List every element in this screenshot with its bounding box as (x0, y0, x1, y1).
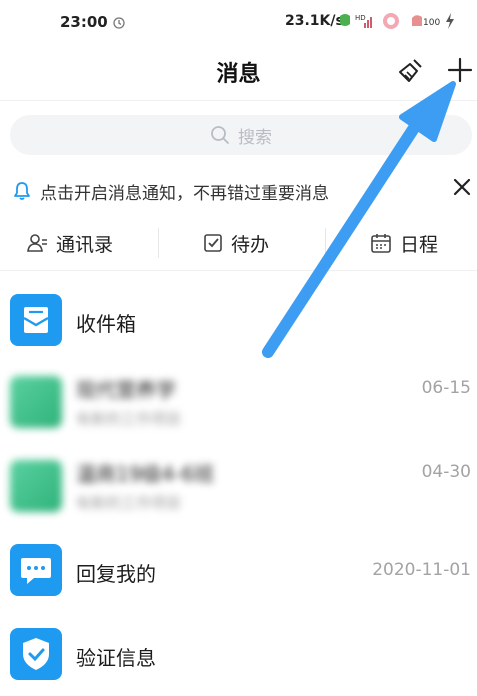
quick-schedule[interactable]: 日程 (370, 226, 438, 260)
list-item-verification[interactable]: 验证信息 (0, 612, 477, 696)
svg-text:HD: HD (355, 14, 366, 22)
quick-schedule-label: 日程 (400, 233, 439, 256)
status-time: 23:00 (60, 13, 108, 31)
todo-check-icon (204, 234, 222, 252)
quick-divider (158, 228, 159, 258)
clock-icon (113, 17, 125, 29)
game-icon (383, 13, 399, 29)
contacts-icon (27, 234, 47, 252)
header-divider (0, 100, 477, 101)
list-item-name: 收件箱 (76, 312, 136, 336)
broom-icon[interactable] (396, 57, 424, 85)
list-item-subtitle: 有新的工作项目 (76, 494, 182, 512)
mascot-icon (340, 14, 350, 26)
search-icon (211, 126, 229, 144)
status-bar: 23:00 23.1K/s HD 100 (0, 0, 477, 44)
notification-prompt[interactable]: 点击开启消息通知，不再错过重要消息 (40, 179, 370, 204)
calendar-icon (371, 234, 391, 253)
quick-contacts[interactable]: 通讯录 (26, 226, 113, 260)
group-avatar (10, 460, 62, 512)
battery-icon: 100 (412, 15, 440, 28)
list-item-subtitle: 有新的工作项目 (76, 410, 182, 428)
list-item-name: 验证信息 (76, 646, 156, 670)
svg-text:100: 100 (423, 18, 440, 28)
list-item-date: 04-30 (421, 462, 471, 482)
hd-signal-icon: HD (355, 14, 372, 28)
network-speed: 23.1K/s (285, 13, 344, 29)
group-avatar (10, 376, 62, 428)
search-bar[interactable]: 搜索 (10, 115, 472, 155)
plus-icon[interactable] (446, 56, 474, 84)
quick-bottom-divider (0, 270, 477, 271)
search-placeholder: 搜索 (238, 127, 272, 148)
list-item-inbox[interactable]: 收件箱 (0, 278, 477, 362)
list-item-group[interactable]: 现代营养学 有新的工作项目 06-15 (0, 360, 477, 444)
quick-divider (325, 228, 326, 258)
charging-icon (446, 13, 454, 29)
quick-contacts-label: 通讯录 (56, 233, 114, 256)
reply-icon (10, 544, 62, 596)
list-item-group[interactable]: 温商19级4-6班 有新的工作项目 04-30 (0, 444, 477, 528)
list-item-date: 06-15 (421, 378, 471, 398)
list-item-name: 回复我的 (76, 562, 156, 586)
close-icon[interactable] (451, 176, 473, 198)
bell-icon (14, 182, 30, 200)
inbox-icon (10, 294, 62, 346)
list-item-date: 2020-11-01 (372, 560, 471, 580)
list-item-name: 现代营养学 (76, 378, 176, 402)
quick-todo[interactable]: 待办 (203, 226, 269, 260)
quick-todo-label: 待办 (231, 233, 270, 256)
list-item-name: 温商19级4-6班 (76, 462, 215, 486)
shield-check-icon (10, 628, 62, 680)
list-item-replies[interactable]: 回复我的 2020-11-01 (0, 530, 477, 614)
